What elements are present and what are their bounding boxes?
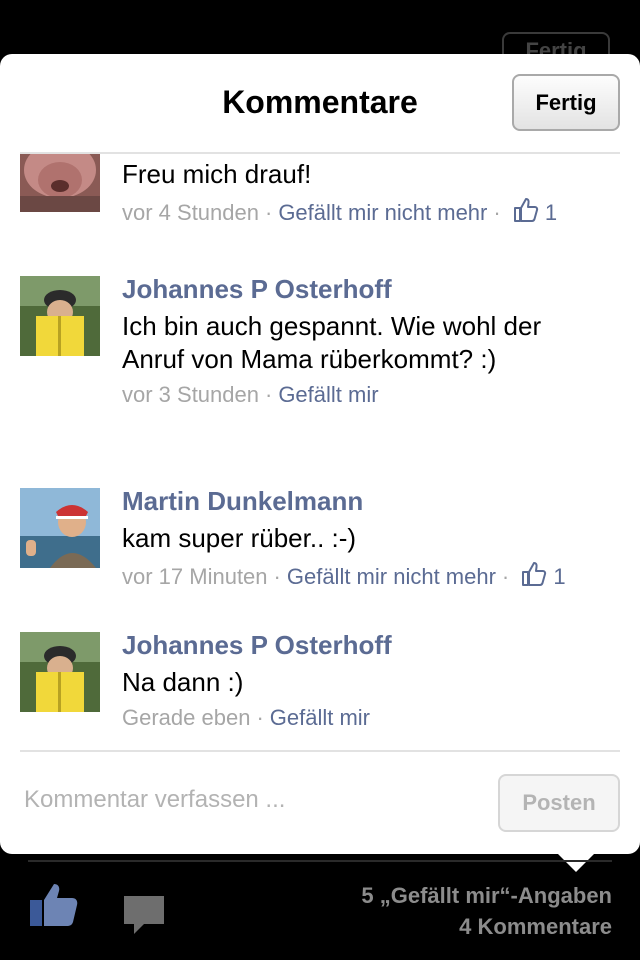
composer-divider: [20, 750, 620, 752]
avatar[interactable]: [20, 632, 100, 712]
comment-meta: vor 3 Stunden · Gefällt mir: [122, 382, 379, 407]
comment-meta: Gerade eben · Gefällt mir: [122, 705, 371, 730]
comment-text: kam super rüber.. :-): [122, 523, 357, 553]
comment-time: vor 4 Stunden: [122, 200, 259, 225]
comments-sheet: Kommentare Fertig Freu mich drauf! vor 4…: [0, 54, 640, 854]
avatar[interactable]: [20, 488, 100, 568]
thumbs-up-icon: [513, 197, 539, 229]
post-button[interactable]: Posten: [498, 774, 620, 832]
comment-text: Freu mich drauf!: [122, 159, 312, 189]
comment-time: Gerade eben: [122, 705, 251, 730]
likes-summary[interactable]: 5 „Gefällt mir“-Angaben: [361, 880, 612, 911]
comment-author[interactable]: Johannes P Osterhoff: [122, 274, 622, 304]
like-link[interactable]: Gefällt mir: [278, 382, 378, 407]
like-count: 1: [553, 564, 566, 589]
comment-list[interactable]: Freu mich drauf! vor 4 Stunden · Gefällt m…: [0, 154, 640, 750]
toolbar-divider: [28, 860, 612, 862]
comment-input[interactable]: Kommentar verfassen ...: [24, 786, 285, 814]
comments-summary[interactable]: 4 Kommentare: [361, 911, 612, 942]
comment-time: vor 17 Minuten: [122, 564, 268, 589]
done-button[interactable]: Fertig: [512, 74, 620, 131]
comment-meta: vor 17 Minuten · Gefällt mir nicht mehr · 1: [122, 561, 622, 593]
sheet-pointer: [556, 852, 596, 872]
avatar[interactable]: [20, 276, 100, 356]
avatar[interactable]: [20, 154, 100, 226]
comment-meta: vor 4 Stunden · Gefällt mir nicht mehr · 1: [122, 197, 622, 229]
like-count: 1: [544, 200, 558, 225]
comment-text: Na dann :): [122, 667, 244, 697]
thumbs-up-icon[interactable]: [30, 882, 78, 933]
engagement-summary[interactable]: 5 „Gefällt mir“-Angaben 4 Kommentare: [361, 880, 612, 942]
speech-bubble-icon[interactable]: [122, 894, 166, 941]
comment-time: vor 3 Stunden: [122, 382, 259, 407]
sheet-header: Kommentare Fertig: [0, 54, 640, 152]
comment-text: Ich bin auch gespannt. Wie wohl der Anru…: [122, 311, 542, 374]
like-link[interactable]: Gefällt mir: [270, 705, 370, 730]
thumbs-up-icon: [521, 561, 547, 593]
comment-author[interactable]: Martin Dunkelmann: [122, 486, 622, 516]
unlike-link[interactable]: Gefällt mir nicht mehr: [287, 564, 496, 589]
comment-author[interactable]: Johannes P Osterhoff: [122, 630, 622, 660]
unlike-link[interactable]: Gefällt mir nicht mehr: [278, 200, 487, 225]
